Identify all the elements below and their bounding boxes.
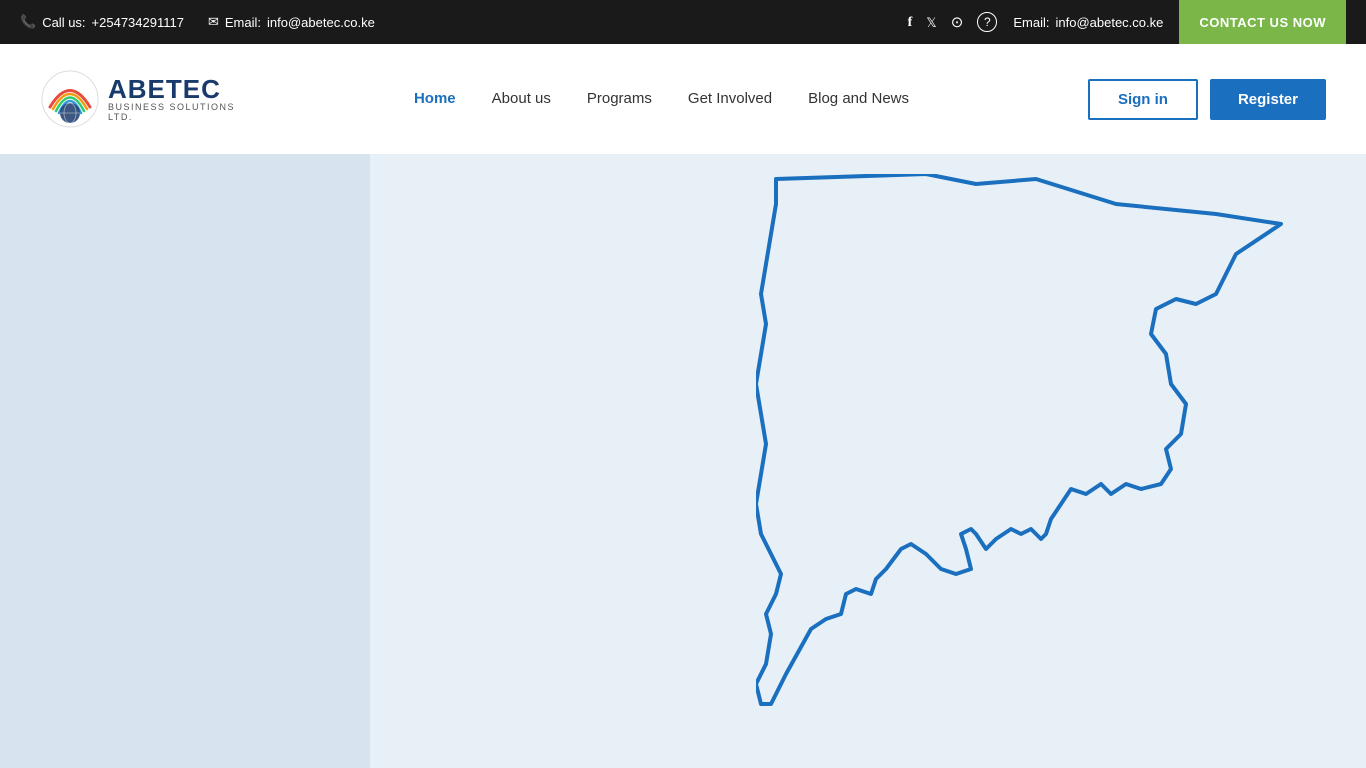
phone-label: Call us:	[42, 15, 85, 30]
phone-icon	[20, 14, 36, 30]
top-bar: Call us: +254734291117 Email: info@abete…	[0, 0, 1366, 44]
nav-about[interactable]: About us	[492, 90, 551, 108]
social-links: ?	[908, 12, 998, 32]
logo[interactable]: ABETEC BUSINESS SOLUTIONS LTD.	[40, 69, 235, 129]
twitter-icon[interactable]	[926, 14, 936, 31]
hero-left-image	[0, 154, 370, 768]
nav-home[interactable]: Home	[414, 90, 456, 108]
nav-about-link[interactable]: About us	[492, 90, 551, 107]
nav-buttons: Sign in Register	[1088, 79, 1326, 120]
email-right-address: info@abetec.co.ke	[1055, 15, 1163, 30]
email-address: info@abetec.co.ke	[267, 15, 375, 30]
phone-contact: Call us: +254734291117	[20, 14, 184, 30]
help-icon[interactable]: ?	[977, 12, 997, 32]
contact-us-button[interactable]: CONTACT US NOW	[1179, 0, 1346, 44]
email-label: Email:	[225, 15, 261, 30]
nav-blog-link[interactable]: Blog and News	[808, 90, 909, 107]
kenya-map	[756, 174, 1286, 764]
logo-icon	[40, 69, 100, 129]
phone-number: +254734291117	[92, 15, 184, 30]
nav-programs-link[interactable]: Programs	[587, 90, 652, 107]
logo-abetec: ABETEC	[108, 75, 235, 104]
email-right-contact: Email: info@abetec.co.ke	[1013, 15, 1163, 30]
hero-section	[0, 154, 1366, 768]
top-bar-left: Call us: +254734291117 Email: info@abete…	[20, 14, 375, 30]
sign-in-button[interactable]: Sign in	[1088, 79, 1198, 120]
nav-programs[interactable]: Programs	[587, 90, 652, 108]
nav-home-link[interactable]: Home	[414, 90, 456, 107]
nav-get-involved-link[interactable]: Get Involved	[688, 90, 772, 107]
logo-subtitle2: LTD.	[108, 113, 235, 123]
instagram-icon[interactable]	[951, 13, 964, 31]
top-bar-right: ? Email: info@abetec.co.ke CONTACT US NO…	[908, 0, 1346, 44]
nav-blog[interactable]: Blog and News	[808, 90, 909, 108]
register-button[interactable]: Register	[1210, 79, 1326, 120]
navbar: ABETEC BUSINESS SOLUTIONS LTD. Home Abou…	[0, 44, 1366, 154]
logo-text: ABETEC BUSINESS SOLUTIONS LTD.	[108, 75, 235, 123]
email-right-label: Email:	[1013, 15, 1049, 30]
email-contact: Email: info@abetec.co.ke	[208, 14, 375, 30]
nav-get-involved[interactable]: Get Involved	[688, 90, 772, 108]
mail-icon	[208, 14, 219, 30]
nav-links: Home About us Programs Get Involved Blog…	[414, 90, 909, 108]
facebook-icon[interactable]	[908, 13, 913, 31]
